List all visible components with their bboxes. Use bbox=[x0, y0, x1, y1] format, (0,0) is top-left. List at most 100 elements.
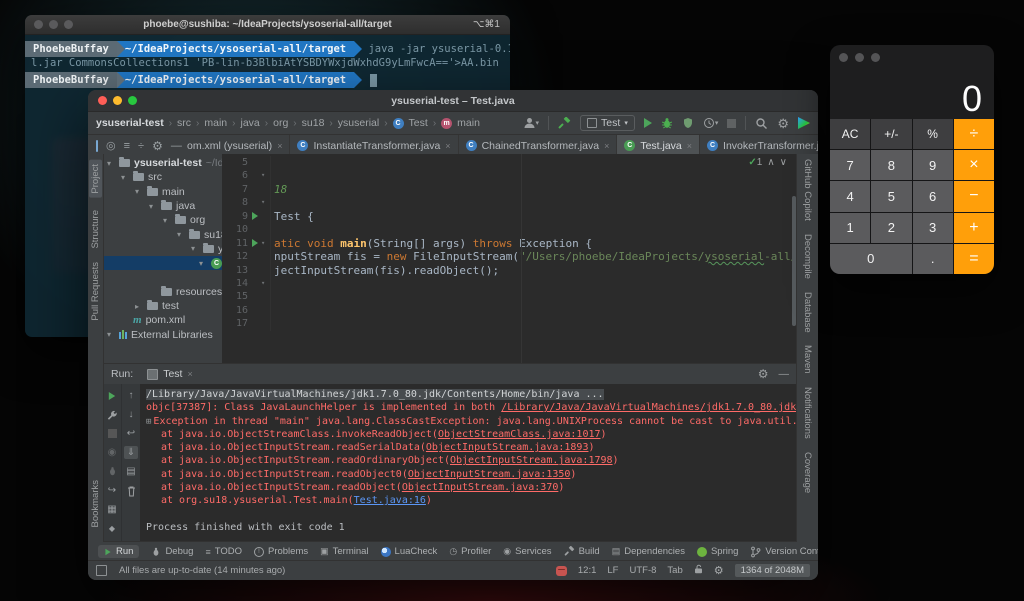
coverage-shield-icon[interactable] bbox=[682, 117, 694, 129]
tab-invoker-transformer[interactable]: C InvokerTransformer.java × bbox=[700, 135, 818, 156]
toolbar-dependencies[interactable]: ▤ Dependencies bbox=[612, 546, 685, 557]
toolbar-problems[interactable]: ! Problems bbox=[253, 546, 308, 557]
pin-icon[interactable]: ◆ bbox=[105, 522, 119, 535]
lock-icon[interactable] bbox=[694, 564, 703, 577]
chevron-down-icon[interactable]: ▾ bbox=[121, 173, 129, 182]
breadcrumb-item[interactable]: java bbox=[241, 117, 260, 129]
tool-window-maven[interactable]: Maven bbox=[802, 345, 813, 374]
line-separator[interactable]: LF bbox=[607, 565, 618, 576]
calc-button-1[interactable]: 1 bbox=[830, 212, 871, 243]
stack-frame-link[interactable]: ObjectInputStream.java:1893 bbox=[426, 442, 589, 453]
tool-window-project[interactable]: Project bbox=[89, 160, 102, 198]
stack-frame-link[interactable]: ObjectInputStream.java:1798 bbox=[450, 455, 613, 466]
profiler-clock-icon[interactable]: ▾ bbox=[703, 117, 718, 129]
inspection-widget[interactable]: ✓1 ∧ ∨ bbox=[748, 157, 787, 168]
scroll-to-end-icon[interactable]: ⇓ bbox=[124, 446, 138, 459]
run-configuration-select[interactable]: Test ▾ bbox=[580, 115, 635, 131]
chevron-down-icon[interactable]: ▾ bbox=[107, 330, 115, 339]
calc-button-decimal[interactable]: . bbox=[912, 243, 953, 274]
tool-window-coverage[interactable]: Coverage bbox=[802, 452, 813, 493]
tool-window-decompile[interactable]: Decompile bbox=[802, 234, 813, 279]
tree-row-ysuserial[interactable]: ▾ ys bbox=[103, 242, 222, 256]
toolbar-todo[interactable]: ≡ TODO bbox=[205, 546, 242, 557]
close-icon[interactable]: × bbox=[187, 369, 192, 379]
collapse-all-icon[interactable]: ÷ bbox=[138, 140, 144, 152]
tree-row-test-folder[interactable]: ▸ test bbox=[103, 299, 222, 313]
detach-icon[interactable]: ↪ bbox=[105, 484, 119, 497]
stop-icon[interactable] bbox=[105, 427, 119, 440]
tree-row-pom-xml[interactable]: m pom.xml bbox=[103, 313, 222, 327]
chevron-right-icon[interactable]: ▸ bbox=[135, 302, 143, 311]
toolbar-luacheck[interactable]: LuaCheck bbox=[380, 546, 437, 557]
clear-trash-icon[interactable] bbox=[124, 484, 138, 497]
fold-plus-icon[interactable]: ⊞ bbox=[146, 417, 151, 427]
tool-window-github-copilot[interactable]: GitHub Copilot bbox=[802, 159, 813, 221]
tree-row-external-libraries[interactable]: ▾ External Libraries bbox=[103, 328, 222, 342]
calc-button-9[interactable]: 9 bbox=[912, 150, 953, 181]
layout-icon[interactable]: ▦ bbox=[105, 503, 119, 516]
toolbar-spring[interactable]: Spring bbox=[696, 546, 738, 557]
expand-all-icon[interactable]: ≡ bbox=[124, 140, 130, 152]
calc-button-5[interactable]: 5 bbox=[871, 181, 912, 212]
calc-button-2[interactable]: 2 bbox=[871, 212, 912, 243]
calculator-window[interactable]: 0 AC +/- % ÷ 7 8 9 × 4 5 6 − 1 2 3 + 0 .… bbox=[830, 45, 994, 274]
breadcrumb-method[interactable]: main bbox=[457, 117, 480, 129]
wrench-icon[interactable] bbox=[105, 408, 119, 421]
indent-style[interactable]: Tab bbox=[667, 565, 682, 576]
tree-row-src[interactable]: ▾ src bbox=[103, 170, 222, 184]
toolbar-profiler[interactable]: ◷ Profiler bbox=[449, 546, 491, 557]
chevron-down-icon[interactable]: ▾ bbox=[191, 244, 199, 253]
plugin-logo-icon[interactable] bbox=[798, 117, 810, 129]
stack-frame-link[interactable]: Test.java:16 bbox=[354, 495, 426, 506]
calc-button-6[interactable]: 6 bbox=[912, 181, 953, 212]
print-icon[interactable]: ▤ bbox=[124, 465, 138, 478]
chevron-down-icon[interactable]: ▾ bbox=[199, 259, 207, 268]
close-icon[interactable]: × bbox=[687, 141, 692, 151]
calc-button-3[interactable]: 3 bbox=[912, 212, 953, 243]
stack-frame-link[interactable]: ObjectInputStream.java:1350 bbox=[408, 469, 571, 480]
calc-button-subtract[interactable]: − bbox=[953, 181, 994, 212]
view-mode-icon[interactable] bbox=[96, 139, 98, 152]
code-editor[interactable]: 5 6 ▾ 7 18 8 ▾ 9 Test { 10 11 ▾ atic void main… bbox=[222, 154, 797, 363]
breadcrumb-item[interactable]: main bbox=[204, 117, 227, 129]
breadcrumb-class[interactable]: Test bbox=[409, 117, 428, 129]
run-button[interactable] bbox=[643, 118, 652, 128]
tab-chained-transformer[interactable]: C ChainedTransformer.java × bbox=[459, 135, 618, 156]
calc-button-percent[interactable]: % bbox=[912, 119, 953, 150]
fold-icon[interactable]: ▾ bbox=[261, 237, 270, 250]
calculator-traffic-lights[interactable] bbox=[839, 53, 880, 62]
breadcrumb-item[interactable]: org bbox=[273, 117, 288, 129]
fold-icon[interactable]: ▾ bbox=[261, 169, 270, 182]
tool-window-switcher-icon[interactable] bbox=[96, 565, 107, 576]
stack-frame-link[interactable]: ObjectInputStream.java:370 bbox=[402, 482, 559, 493]
down-stack-icon[interactable]: ↓ bbox=[124, 408, 138, 421]
calc-button-multiply[interactable]: × bbox=[953, 150, 994, 181]
debug-bug-icon[interactable] bbox=[661, 117, 673, 129]
breadcrumb-item[interactable]: src bbox=[177, 117, 191, 129]
tab-instantiate-transformer[interactable]: C InstantiateTransformer.java × bbox=[290, 135, 459, 156]
memory-indicator[interactable]: 1364 of 2048M bbox=[734, 564, 810, 577]
file-encoding[interactable]: UTF-8 bbox=[629, 565, 656, 576]
chevron-down-icon[interactable]: ▾ bbox=[163, 216, 171, 225]
run-console[interactable]: /Library/Java/JavaVirtualMachines/jdk1.7… bbox=[140, 384, 797, 542]
stack-frame-link[interactable]: ObjectStreamClass.java:1017 bbox=[438, 429, 601, 440]
close-icon[interactable]: × bbox=[604, 141, 609, 151]
chevron-down-icon[interactable]: ▾ bbox=[177, 230, 185, 239]
run-console-tab[interactable]: Test × bbox=[147, 368, 193, 380]
run-gutter-icon[interactable] bbox=[251, 239, 258, 248]
chevron-down-icon[interactable]: ▾ bbox=[149, 202, 157, 211]
zoom-button[interactable] bbox=[871, 53, 880, 62]
tab-test-java[interactable]: C Test.java × bbox=[617, 135, 701, 156]
tool-window-structure[interactable]: Structure bbox=[90, 210, 101, 249]
panel-settings-icon[interactable]: ⚙ bbox=[152, 139, 163, 153]
ide-window[interactable]: ysuserial-test – Test.java ysuserial-tes… bbox=[88, 90, 818, 580]
toolbar-debug[interactable]: Debug bbox=[151, 546, 193, 557]
settings-gear-icon[interactable]: ⚙ bbox=[777, 117, 789, 130]
console-link[interactable]: /Library/Java/JavaVirtualMachines/jdk1.7… bbox=[501, 402, 797, 413]
toolbar-services[interactable]: ◉ Services bbox=[503, 546, 551, 557]
breadcrumb-item[interactable]: ysuserial bbox=[338, 117, 379, 129]
calc-button-ac[interactable]: AC bbox=[830, 119, 871, 150]
soft-wrap-icon[interactable]: ↩ bbox=[124, 427, 138, 440]
tree-root-row[interactable]: ▾ ysuserial-test ~/Id bbox=[103, 156, 222, 170]
toolbar-build[interactable]: Build bbox=[564, 546, 600, 557]
